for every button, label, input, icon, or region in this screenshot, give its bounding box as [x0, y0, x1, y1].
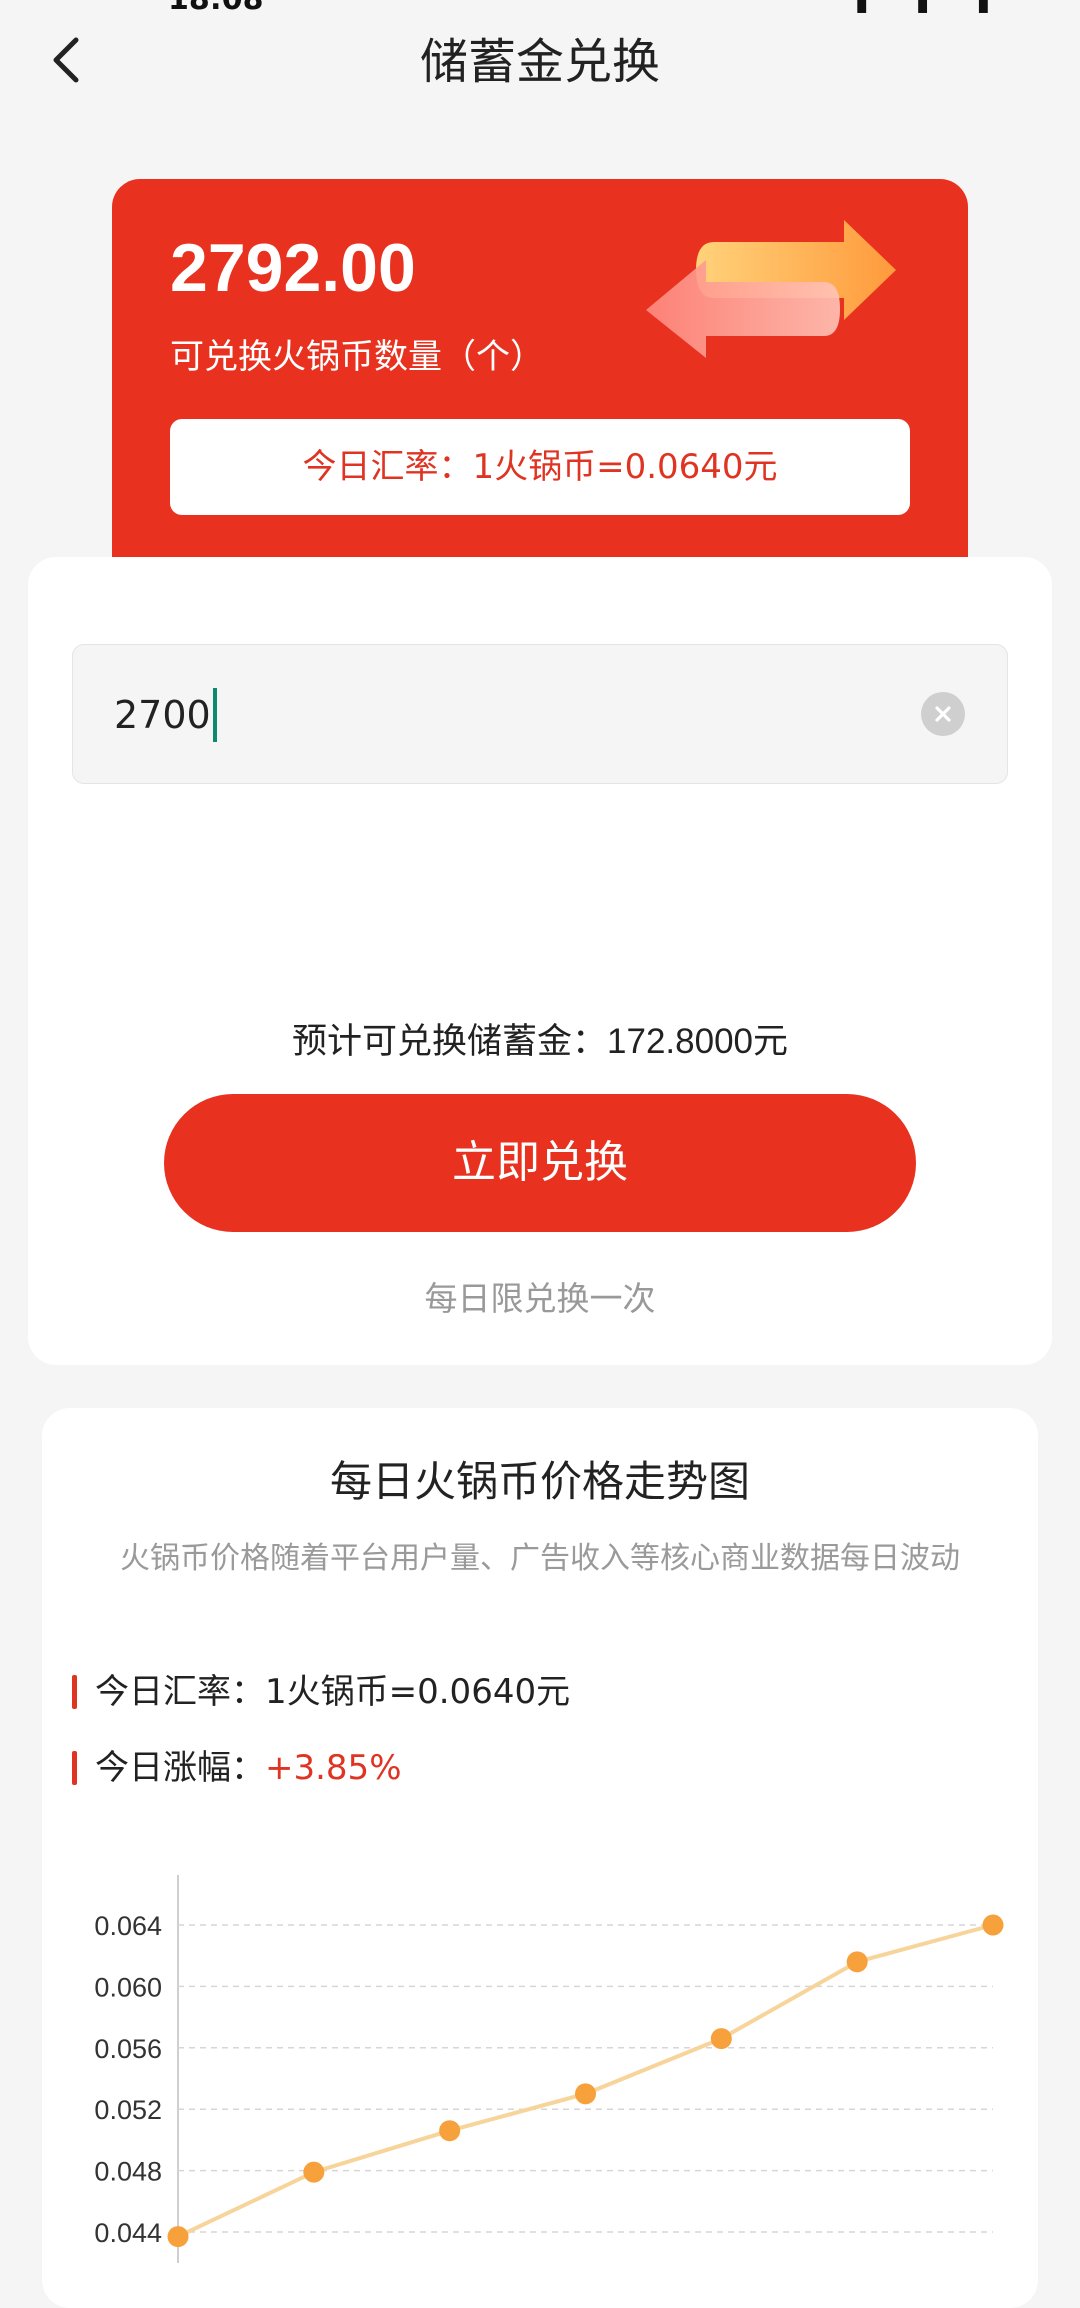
y-tick-label: 0.060 [94, 1972, 162, 2002]
exchange-now-button[interactable]: 立即兑换 [164, 1094, 916, 1232]
trend-title: 每日火锅币价格走势图 [329, 1457, 750, 1506]
accent-bar [72, 1675, 77, 1709]
data-point [710, 2028, 732, 2050]
text-caret [212, 688, 217, 742]
rate-value: 1火锅币=0.0640元 [265, 1672, 571, 1712]
status-bar: 18:08 ▮ ▮ ▮ [0, 0, 1080, 14]
balance-label: 可兑换火锅币数量（个） [170, 337, 544, 377]
today-rate-line: 今日汇率： 1火锅币=0.0640元 [72, 1667, 570, 1717]
y-tick-label: 0.052 [94, 2095, 162, 2125]
trend-subtitle: 火锅币价格随着平台用户量、广告收入等核心商业数据每日波动 [120, 1541, 960, 1576]
data-point [439, 2120, 461, 2142]
exchange-arrows-icon [646, 220, 896, 358]
clear-input-button[interactable] [921, 692, 965, 736]
status-time: 18:08 [168, 0, 264, 14]
today-gain-line: 今日涨幅： +3.85% [72, 1743, 402, 1793]
close-icon [935, 706, 951, 722]
y-tick-label: 0.048 [94, 2157, 162, 2187]
data-point [167, 2226, 189, 2248]
estimate-label: 预计可兑换储蓄金： [292, 1022, 608, 1062]
data-point [303, 2161, 325, 2183]
gain-value: +3.85% [265, 1748, 402, 1788]
data-point [982, 1914, 1004, 1936]
gain-label: 今日涨幅： [95, 1748, 265, 1788]
rate-label: 今日汇率： [95, 1672, 265, 1712]
estimate-text: 预计可兑换储蓄金：172.8000元 [0, 1014, 1080, 1070]
y-tick-label: 0.044 [94, 2218, 162, 2248]
data-point [846, 1951, 868, 1973]
accent-bar [72, 1751, 77, 1785]
limit-note: 每日限兑换一次 [424, 1279, 656, 1318]
data-point [575, 2083, 596, 2105]
page-title: 储蓄金兑换 [419, 34, 660, 90]
balance-amount: 2792.00 [170, 230, 416, 306]
series-line [177, 1923, 994, 2239]
today-rate-banner: 今日汇率：1火锅币=0.0640元 [170, 419, 910, 515]
price-trend-chart: 0.064 0.060 0.056 0.052 0.048 0.044 [94, 1875, 1004, 2263]
estimate-value: 172.8000元 [607, 1022, 788, 1061]
status-icons: ▮ ▮ ▮ [855, 0, 1010, 14]
amount-text: 2700 [114, 693, 211, 737]
y-tick-label: 0.056 [94, 2034, 162, 2064]
amount-input-value: 2700 [114, 686, 217, 744]
y-tick-label: 0.064 [94, 1911, 162, 1941]
